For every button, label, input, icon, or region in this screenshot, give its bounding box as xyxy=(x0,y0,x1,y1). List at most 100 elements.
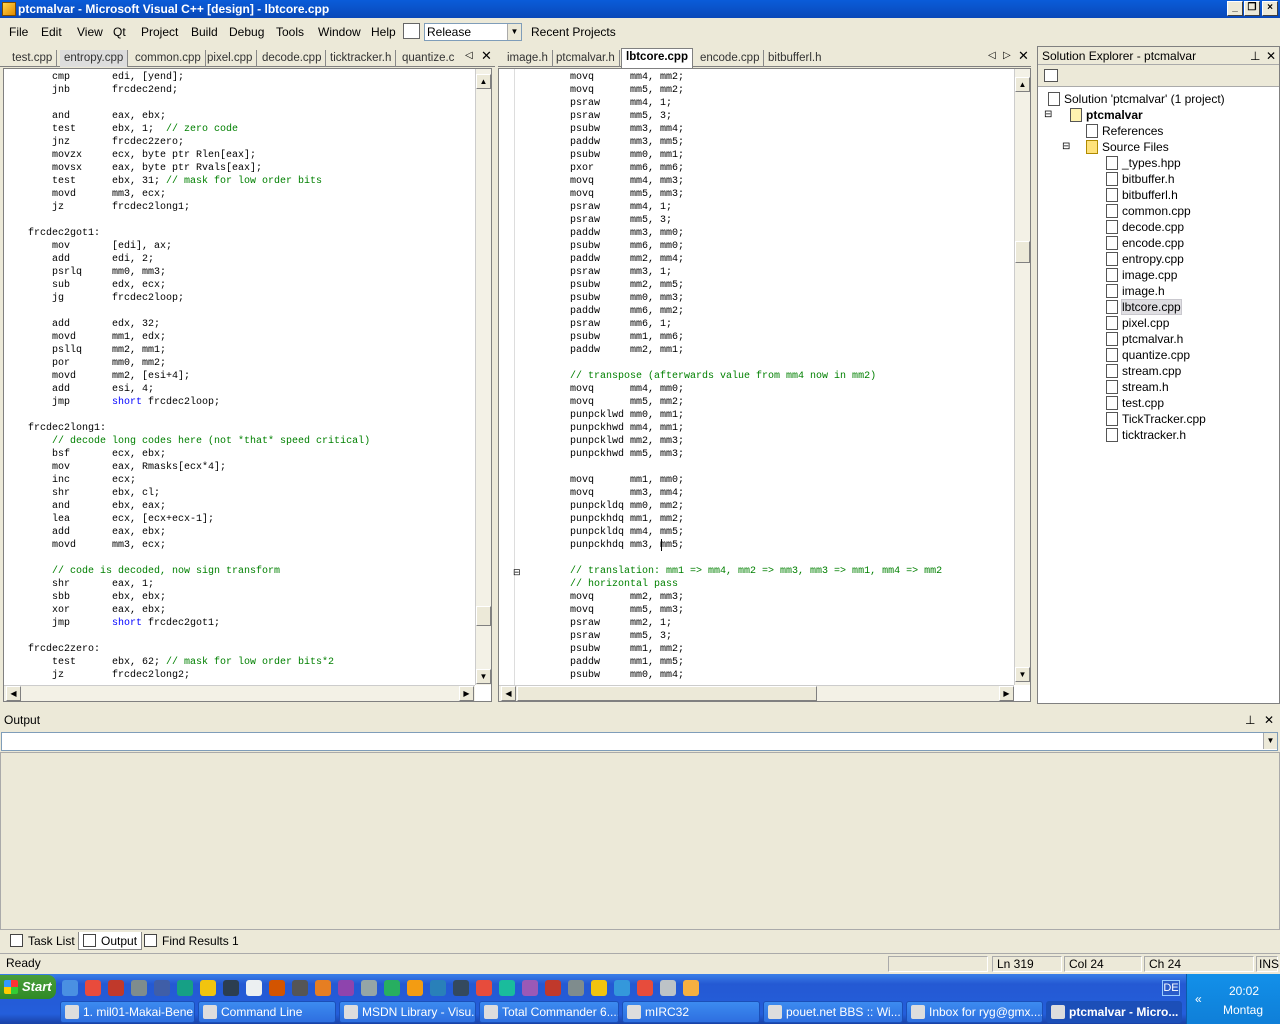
tree-file-item[interactable]: stream.h xyxy=(1106,379,1225,395)
scroll-left-icon[interactable]: ◁ xyxy=(465,50,473,61)
code-line[interactable]: jz frcdec2long2; xyxy=(28,669,370,682)
close-icon[interactable]: ✕ xyxy=(1266,47,1276,65)
tree-file-item[interactable]: _types.hpp xyxy=(1106,155,1225,171)
code-line[interactable]: jmp short frcdec2got1; xyxy=(28,617,370,630)
code-line[interactable]: xor eax, ebx; xyxy=(28,604,370,617)
taskbar-button[interactable]: Command Line xyxy=(198,1001,336,1023)
scroll-thumb[interactable] xyxy=(517,686,817,701)
code-line[interactable]: movq mm4, mm0; xyxy=(546,383,942,396)
taskbar-button[interactable]: Total Commander 6.... xyxy=(479,1001,619,1023)
quick-launch-icon[interactable] xyxy=(200,980,216,996)
code-line[interactable]: shr ebx, cl; xyxy=(28,487,370,500)
scroll-right-arrow[interactable]: ▶ xyxy=(999,686,1014,701)
quick-launch-icon[interactable] xyxy=(292,980,308,996)
taskbar-button[interactable]: Inbox for ryg@gmx.... xyxy=(906,1001,1043,1023)
tab-common-cpp[interactable]: common.cpp xyxy=(131,50,206,67)
code-line[interactable]: movq mm3, mm4; xyxy=(546,487,942,500)
quick-launch-icon[interactable] xyxy=(338,980,354,996)
left-code-editor[interactable]: cmp edi, [yend]; jnb frcdec2end; and eax… xyxy=(3,68,492,702)
code-line[interactable]: test ebx, 62; // mask for low order bits… xyxy=(28,656,370,669)
code-line[interactable]: movd mm3, ecx; xyxy=(28,188,370,201)
code-line[interactable] xyxy=(28,630,370,643)
code-line[interactable]: paddw mm3, mm0; xyxy=(546,227,942,240)
quick-launch-icon[interactable] xyxy=(62,980,78,996)
code-line[interactable]: punpckldq mm0, mm2; xyxy=(546,500,942,513)
right-vertical-scrollbar[interactable]: ▲ ▼ xyxy=(1014,69,1030,685)
code-line[interactable]: movq mm5, mm2; xyxy=(546,396,942,409)
code-line[interactable]: movd mm3, ecx; xyxy=(28,539,370,552)
menu-qt[interactable]: Qt xyxy=(113,25,126,39)
clock-time[interactable]: 20:02 xyxy=(1229,984,1259,998)
code-line[interactable]: psubw mm1, mm6; xyxy=(546,331,942,344)
tree-file-item[interactable]: pixel.cpp xyxy=(1106,315,1225,331)
tree-solution-root[interactable]: Solution 'ptcmalvar' (1 project) xyxy=(1048,91,1225,107)
tree-file-item[interactable]: image.h xyxy=(1106,283,1225,299)
tab-quantize-cpp[interactable]: quantize.c xyxy=(398,50,458,67)
quick-launch-icon[interactable] xyxy=(637,980,653,996)
code-line[interactable]: test ebx, 31; // mask for low order bits xyxy=(28,175,370,188)
code-line[interactable]: psubw mm0, mm1; xyxy=(546,149,942,162)
code-line[interactable]: paddw mm2, mm1; xyxy=(546,344,942,357)
code-line[interactable]: movd mm2, [esi+4]; xyxy=(28,370,370,383)
code-line[interactable]: movq mm4, mm3; xyxy=(546,175,942,188)
scroll-up-arrow[interactable]: ▲ xyxy=(476,74,491,89)
close-icon[interactable]: ✕ xyxy=(1018,48,1029,64)
code-line[interactable]: // translation: mm1 => mm4, mm2 => mm3, … xyxy=(546,565,942,578)
code-line[interactable]: add edi, 2; xyxy=(28,253,370,266)
code-line[interactable]: psraw mm4, 1; xyxy=(546,201,942,214)
quick-launch-icon[interactable] xyxy=(131,980,147,996)
taskbar-button[interactable]: mIRC32 xyxy=(622,1001,760,1023)
tab-ptcmalvar-h[interactable]: ptcmalvar.h xyxy=(552,50,620,67)
code-line[interactable]: frcdec2zero: xyxy=(28,643,370,656)
tree-file-item[interactable]: common.cpp xyxy=(1106,203,1225,219)
code-line[interactable]: punpckhdq mm1, mm2; xyxy=(546,513,942,526)
quick-launch-icon[interactable] xyxy=(499,980,515,996)
tab-decode-cpp[interactable]: decode.cpp xyxy=(258,50,327,67)
left-horizontal-scrollbar[interactable]: ◀ ▶ xyxy=(4,685,475,701)
menu-window[interactable]: Window xyxy=(318,25,361,39)
code-line[interactable]: punpckhwd mm5, mm3; xyxy=(546,448,942,461)
code-line[interactable]: movsx eax, byte ptr Rvals[eax]; xyxy=(28,162,370,175)
recent-projects-menu[interactable]: Recent Projects xyxy=(531,25,616,39)
quick-launch-icon[interactable] xyxy=(545,980,561,996)
code-line[interactable]: sbb ebx, ebx; xyxy=(28,591,370,604)
code-line[interactable]: jnz frcdec2zero; xyxy=(28,136,370,149)
code-line[interactable]: jnb frcdec2end; xyxy=(28,84,370,97)
code-line[interactable]: psraw mm3, 1; xyxy=(546,266,942,279)
scroll-thumb[interactable] xyxy=(1015,241,1030,263)
solution-config-select[interactable]: Release ▼ xyxy=(424,23,522,41)
scroll-down-arrow[interactable]: ▼ xyxy=(1015,667,1030,682)
scroll-down-arrow[interactable]: ▼ xyxy=(476,669,491,684)
quick-launch-icon[interactable] xyxy=(407,980,423,996)
quick-launch-icon[interactable] xyxy=(683,980,699,996)
language-indicator[interactable]: DE xyxy=(1162,980,1180,996)
chevron-down-icon[interactable]: ▼ xyxy=(507,24,521,40)
quick-launch-icon[interactable] xyxy=(453,980,469,996)
scroll-left-icon[interactable]: ◁ xyxy=(988,50,996,61)
quick-launch-icon[interactable] xyxy=(177,980,193,996)
code-line[interactable]: add edx, 32; xyxy=(28,318,370,331)
code-line[interactable]: inc ecx; xyxy=(28,474,370,487)
tab-test-cpp[interactable]: test.cpp xyxy=(8,50,58,67)
quick-launch-icon[interactable] xyxy=(591,980,607,996)
code-line[interactable]: psubw mm0, mm4; xyxy=(546,669,942,682)
code-line[interactable]: paddw mm2, mm4; xyxy=(546,253,942,266)
quick-launch-icon[interactable] xyxy=(108,980,124,996)
taskbar-button[interactable]: pouet.net BBS :: Wi... xyxy=(763,1001,903,1023)
menu-project[interactable]: Project xyxy=(141,25,178,39)
tree-file-item[interactable]: test.cpp xyxy=(1106,395,1225,411)
code-line[interactable] xyxy=(28,552,370,565)
chevron-down-icon[interactable]: ▼ xyxy=(1263,733,1277,749)
menu-view[interactable]: View xyxy=(77,25,103,39)
code-line[interactable]: paddw mm6, mm2; xyxy=(546,305,942,318)
quick-launch-icon[interactable] xyxy=(384,980,400,996)
code-line[interactable]: add eax, ebx; xyxy=(28,526,370,539)
code-line[interactable]: frcdec2long1: xyxy=(28,422,370,435)
code-line[interactable]: psraw mm5, 3; xyxy=(546,214,942,227)
code-line[interactable]: movq mm5, mm3; xyxy=(546,604,942,617)
pin-icon[interactable]: ⊥ xyxy=(1250,47,1260,65)
tree-source-files[interactable]: ⊟ Source Files xyxy=(1048,139,1225,155)
tree-file-item[interactable]: ticktracker.h xyxy=(1106,427,1225,443)
code-line[interactable]: punpckldq mm4, mm5; xyxy=(546,526,942,539)
taskbar-button[interactable]: MSDN Library - Visu... xyxy=(339,1001,476,1023)
